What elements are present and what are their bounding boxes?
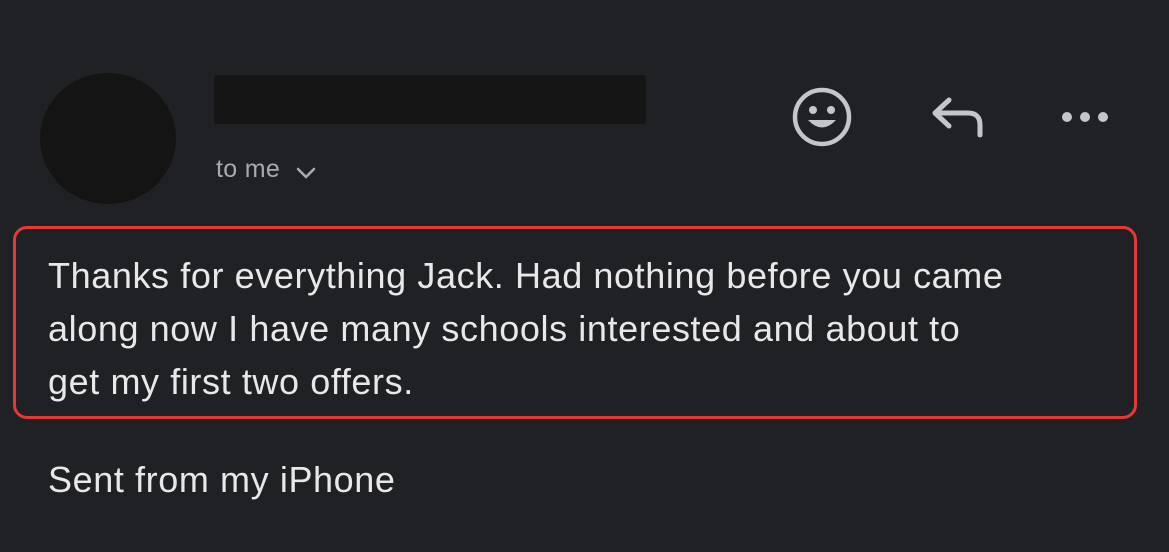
more-horizontal-icon bbox=[1058, 107, 1112, 127]
message-body: Thanks for everything Jack. Had nothing … bbox=[48, 249, 1138, 408]
add-reaction-button[interactable] bbox=[787, 84, 857, 150]
sender-avatar[interactable] bbox=[40, 73, 176, 204]
chevron-down-icon bbox=[294, 161, 318, 185]
message-body-line: along now I have many schools interested… bbox=[48, 308, 961, 349]
message-body-line: get my first two offers. bbox=[48, 361, 414, 402]
smiley-icon bbox=[791, 86, 853, 148]
more-options-button[interactable] bbox=[1050, 84, 1120, 150]
reply-icon bbox=[925, 91, 985, 143]
reply-button[interactable] bbox=[920, 84, 990, 150]
sender-name-redacted bbox=[214, 75, 646, 124]
recipients-toggle[interactable]: to me bbox=[216, 152, 318, 186]
message-signature: Sent from my iPhone bbox=[48, 459, 396, 500]
email-message-view: to me Thanks for everything Jack. Had no… bbox=[0, 0, 1169, 552]
recipients-label: to me bbox=[216, 154, 281, 183]
message-body-line: Thanks for everything Jack. Had nothing … bbox=[48, 255, 1004, 296]
